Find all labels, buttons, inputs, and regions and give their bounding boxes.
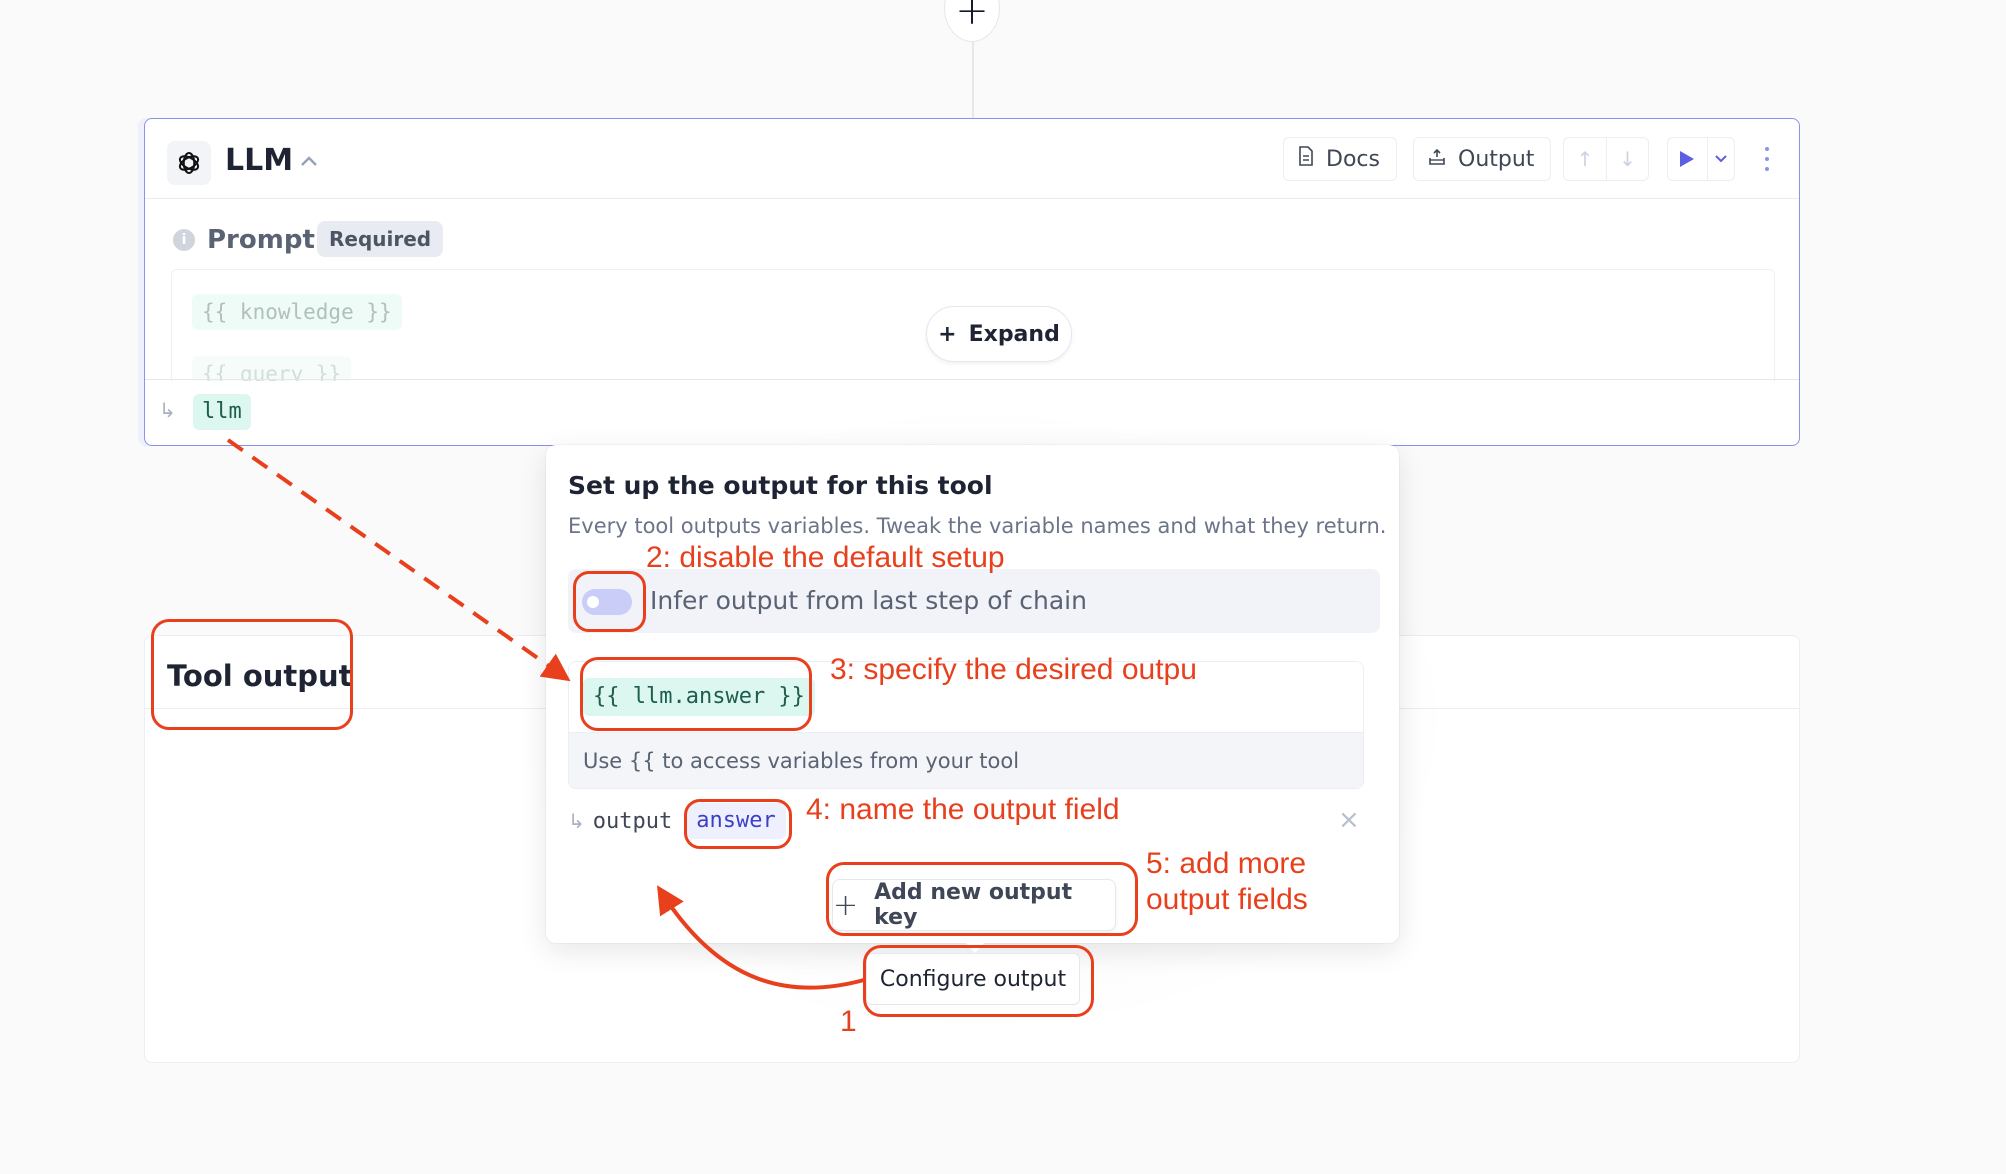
expression-hint: Use {{ to access variables from your too…	[569, 732, 1363, 788]
infer-output-row: Infer output from last step of chain	[568, 569, 1380, 633]
move-step-group: ↑ ↓	[1563, 137, 1649, 181]
annotation-step-5-line1: 5: add more	[1146, 847, 1307, 880]
output-button[interactable]: Output	[1413, 137, 1551, 181]
output-variable-chip[interactable]: llm	[193, 394, 251, 430]
expand-button[interactable]: + Expand	[926, 306, 1072, 362]
configure-output-button[interactable]: Configure output	[866, 953, 1080, 1005]
plus-icon: +	[938, 321, 957, 347]
annotation-step-1: 1	[840, 1005, 857, 1038]
prompt-editor[interactable]: {{ knowledge }} {{ query }} + Expand	[171, 269, 1775, 381]
more-options-icon[interactable]	[1757, 143, 1777, 175]
expand-label: Expand	[968, 321, 1060, 347]
arrow-down-icon[interactable]: ↓	[1606, 138, 1648, 180]
output-label: Output	[1458, 146, 1535, 172]
play-icon[interactable]	[1668, 150, 1707, 168]
required-badge: Required	[317, 221, 444, 257]
annotation-step-3: 3: specify the desired outpu	[830, 653, 1197, 686]
llm-step-card: LLM Docs Output ↑ ↓ i Prompt Required {{…	[144, 118, 1800, 446]
openai-logo-icon	[167, 141, 211, 185]
info-icon: i	[173, 229, 195, 251]
step-title: LLM	[225, 143, 294, 178]
prompt-var-chip: {{ query }}	[192, 356, 352, 381]
llm-card-header: LLM Docs Output ↑ ↓	[145, 119, 1799, 199]
run-step-group	[1667, 137, 1735, 181]
prompt-var-chip: {{ knowledge }}	[192, 294, 402, 330]
output-key-row: ↳ output answer	[568, 801, 786, 841]
plus-icon: +	[955, 0, 989, 34]
infer-output-label: Infer output from last step of chain	[650, 586, 1087, 615]
configure-output-label: Configure output	[879, 966, 1067, 992]
chevron-up-icon[interactable]	[299, 147, 319, 177]
arrow-up-icon[interactable]: ↑	[1564, 147, 1606, 171]
return-arrow-icon: ↳	[568, 809, 585, 833]
docs-button[interactable]: Docs	[1283, 137, 1397, 181]
docs-label: Docs	[1326, 146, 1380, 172]
annotation-step-4: 4: name the output field	[806, 793, 1120, 826]
add-step-button[interactable]: +	[944, 0, 1000, 42]
upload-tray-icon	[1428, 147, 1446, 172]
popover-title: Set up the output for this tool	[568, 471, 993, 500]
output-key-input[interactable]: answer	[686, 803, 786, 839]
llm-card-footer: ↳ llm	[145, 379, 1799, 447]
expression-var-chip: {{ llm.answer }}	[583, 678, 815, 716]
prompt-label: Prompt	[207, 225, 315, 255]
annotation-step-2: 2: disable the default setup	[646, 541, 1005, 574]
infer-output-toggle[interactable]	[582, 589, 632, 615]
chevron-down-icon[interactable]	[1706, 138, 1734, 180]
plus-icon: +	[833, 887, 859, 923]
annotation-step-5-line2: output fields	[1146, 883, 1308, 916]
close-icon[interactable]: ×	[1338, 805, 1360, 835]
document-icon	[1298, 146, 1314, 172]
popover-description: Every tool outputs variables. Tweak the …	[568, 514, 1387, 538]
add-key-label: Add new output key	[874, 880, 1073, 930]
add-output-key-button[interactable]: + Add new output key	[832, 879, 1116, 931]
popover-caret	[966, 943, 984, 953]
return-arrow-icon: ↳	[159, 398, 176, 422]
tool-output-title: Tool output	[167, 659, 353, 693]
node-connector	[972, 42, 974, 118]
output-prefix: output	[592, 808, 673, 834]
